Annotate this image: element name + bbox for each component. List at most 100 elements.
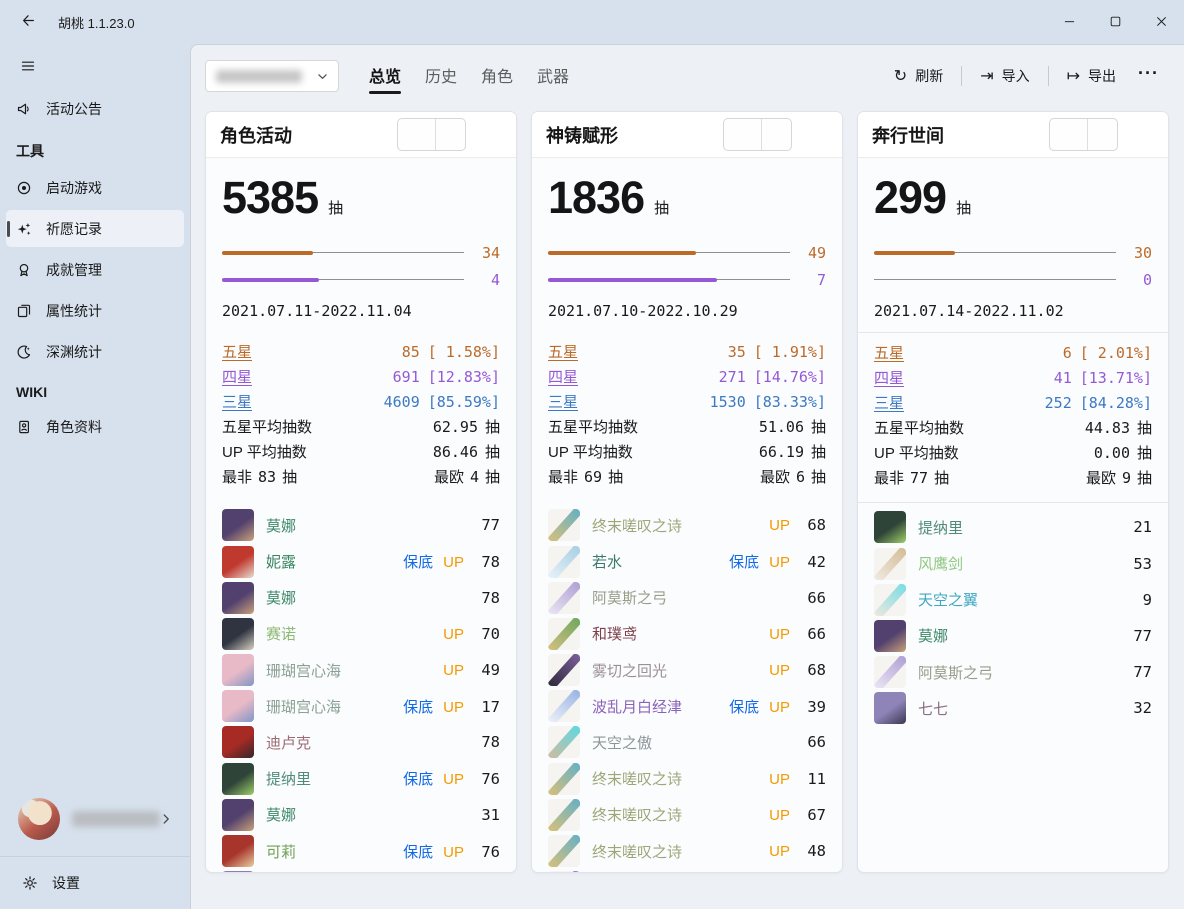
gacha-item-row: 赛诺UP70 [222, 616, 500, 652]
five-star-label[interactable]: 五星 [874, 342, 904, 363]
list-mode-dropdown[interactable] [436, 119, 465, 150]
sidebar-item-settings[interactable]: 设置 [6, 859, 184, 907]
collapse-card-button[interactable] [1132, 121, 1160, 149]
sidebar-item-events[interactable]: 活动公告 [6, 90, 184, 127]
avg-up-pulls-label: UP 平均抽数 [874, 442, 959, 463]
date-range: 2021.07.10-2022.10.29 [548, 302, 826, 320]
tab-weapon[interactable]: 武器 [537, 57, 569, 96]
guarantee-badge: 保底 [403, 841, 433, 862]
pulls-unit: 抽 [811, 416, 826, 437]
five-star-count: 6 [1063, 344, 1072, 362]
item-badges: UP11 [769, 770, 826, 788]
pull-count: 66 [800, 589, 826, 607]
item-name: 风鹰剑 [918, 553, 1114, 574]
five-star-pity-bar: 34 [222, 239, 500, 266]
up-badge: UP [769, 807, 790, 824]
five-star-label[interactable]: 五星 [222, 341, 252, 362]
more-options-button[interactable]: ··· [1128, 61, 1169, 92]
sidebar-item-label: 祈愿记录 [46, 219, 102, 239]
item-badges: UP68 [769, 661, 826, 679]
five-star-label[interactable]: 五星 [548, 341, 578, 362]
gacha-item-row: 妮露保底UP78 [222, 543, 500, 579]
item-name: 莫娜 [266, 515, 462, 536]
item-badges: 21 [1126, 518, 1152, 536]
character-thumbnail [874, 511, 906, 543]
weapon-art [548, 835, 580, 867]
five-star-stat-row: 五星 85[ 1.58%] [222, 341, 500, 366]
four-star-stat-row: 四星41[13.71%] [874, 367, 1152, 392]
weapon-art [548, 763, 580, 795]
worst-best-row: 最非83抽最欧4抽 [222, 466, 500, 491]
tab-overview[interactable]: 总览 [369, 57, 401, 96]
three-star-label[interactable]: 三星 [222, 391, 252, 412]
banner-title: 神铸赋形 [546, 122, 618, 148]
three-star-label[interactable]: 三星 [874, 392, 904, 413]
three-star-label[interactable]: 三星 [548, 391, 578, 412]
tab-character[interactable]: 角色 [481, 57, 513, 96]
refresh-button[interactable]: ↻刷新 [882, 60, 955, 92]
collapse-card-button[interactable] [480, 121, 508, 149]
up-badge: UP [443, 844, 464, 861]
list-view-button[interactable] [1050, 119, 1088, 150]
sidebar-item-achievements[interactable]: 成就管理 [6, 251, 184, 288]
five-star-item-list: 提纳里21风鹰剑53天空之翼9莫娜77阿莫斯之弓77七七32 [858, 503, 1168, 734]
nav-toggle-button[interactable] [10, 50, 46, 84]
pull-count: 53 [1126, 555, 1152, 573]
uid-selector-dropdown[interactable] [205, 60, 339, 92]
best-pull: 最欧6抽 [760, 466, 826, 487]
main-content: 总览历史角色武器 ↻刷新⇥导入↦导出··· 角色活动 5385 抽 344 20… [190, 44, 1184, 909]
export-button[interactable]: ↦导出 [1055, 60, 1128, 92]
weapon-thumbnail [548, 871, 580, 873]
sidebar-item-abyss-stats[interactable]: 深渊统计 [6, 333, 184, 370]
tab-history[interactable]: 历史 [425, 57, 457, 96]
best-value: 4 [470, 468, 479, 486]
list-mode-dropdown[interactable] [1088, 119, 1117, 150]
pull-count: 21 [1126, 518, 1152, 536]
import-button[interactable]: ⇥导入 [968, 60, 1041, 92]
minimize-button[interactable] [1046, 0, 1092, 44]
collapse-card-button[interactable] [806, 121, 834, 149]
user-account-row[interactable] [14, 794, 180, 844]
list-view-button[interactable] [724, 119, 762, 150]
five-star-pity-bar: 30 [874, 239, 1152, 266]
close-button[interactable] [1138, 0, 1184, 44]
five-star-count: 35 [728, 343, 746, 361]
book-icon [16, 419, 32, 435]
guarantee-badge: 保底 [403, 551, 433, 572]
weapon-thumbnail [548, 726, 580, 758]
list-view-button[interactable] [398, 119, 436, 150]
sidebar-item-attribute-stats[interactable]: 属性统计 [6, 292, 184, 329]
item-badges: 保底UP76 [403, 841, 500, 862]
pulls-unit: 抽 [811, 441, 826, 462]
sidebar-item-character-wiki[interactable]: 角色资料 [6, 408, 184, 445]
item-badges: 保底UP39 [729, 696, 826, 717]
item-badges: 53 [1126, 555, 1152, 573]
worst-value: 69 [584, 468, 602, 486]
view-tabs: 总览历史角色武器 [357, 57, 581, 96]
window-controls [1046, 0, 1184, 44]
tab-active-underline [425, 91, 457, 94]
worst-pull: 最非69抽 [548, 466, 623, 487]
item-name: 赛诺 [266, 623, 431, 644]
banner-title: 奔行世间 [872, 122, 944, 148]
sidebar-item-wish-records[interactable]: 祈愿记录 [6, 210, 184, 247]
avg-five-star-pulls-value: 62.95 [433, 418, 478, 436]
sidebar-item-label: 成就管理 [46, 260, 102, 280]
four-star-label[interactable]: 四星 [874, 367, 904, 388]
four-star-label[interactable]: 四星 [548, 366, 578, 387]
back-button[interactable] [12, 7, 44, 37]
item-name: 莫娜 [266, 804, 462, 825]
maximize-button[interactable] [1092, 0, 1138, 44]
four-star-label[interactable]: 四星 [222, 366, 252, 387]
sidebar-item-launch-game[interactable]: 启动游戏 [6, 169, 184, 206]
list-mode-dropdown[interactable] [762, 119, 791, 150]
pull-count: 77 [474, 516, 500, 534]
megaphone-icon [16, 101, 32, 117]
stat-values: 85[ 1.58%] [402, 343, 500, 361]
avg-five-star-pulls-row: 五星平均抽数44.83抽 [874, 417, 1152, 442]
up-badge: UP [443, 699, 464, 716]
stats-section: 五星35[ 1.91%]四星271[14.76%]三星1530[83.33%]五… [532, 332, 842, 501]
total-pulls: 5385 [222, 174, 318, 221]
gacha-item-row: 莫娜 77 [222, 507, 500, 543]
gear-icon [22, 875, 38, 891]
